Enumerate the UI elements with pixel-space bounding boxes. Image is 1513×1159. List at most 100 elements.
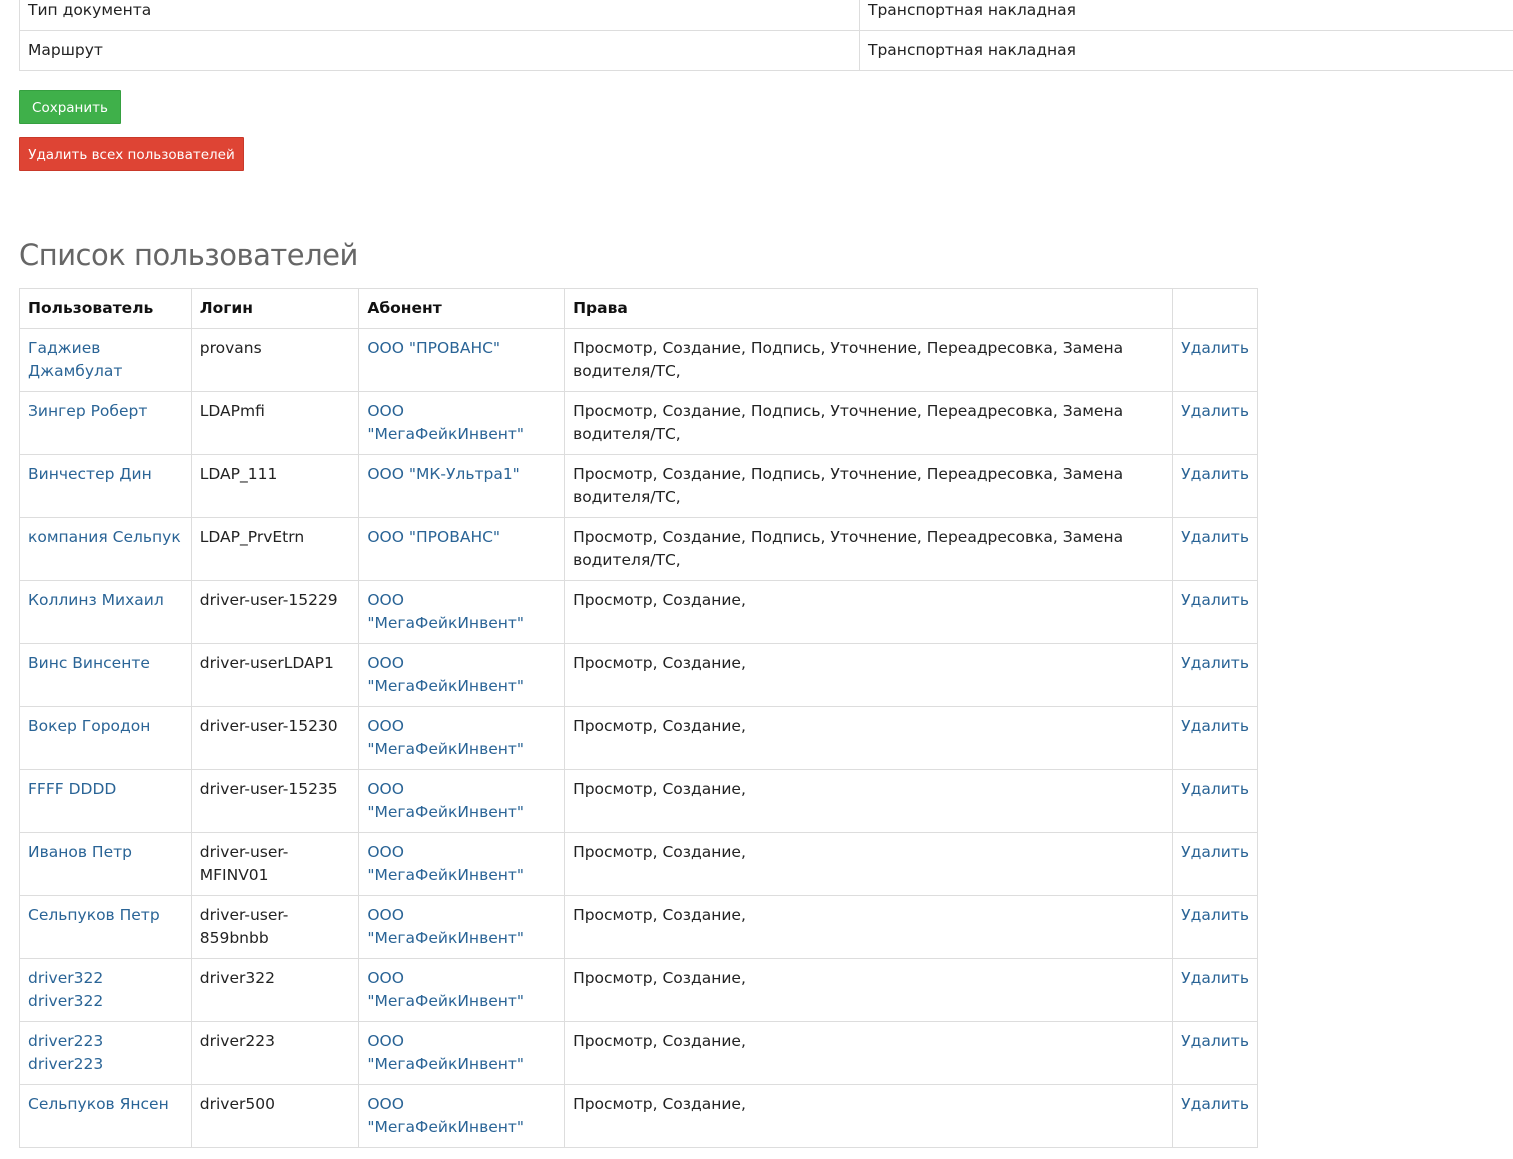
user-name-link[interactable]: Сельпуков Петр [28, 906, 160, 924]
login-cell: provans [199, 339, 262, 357]
user-name-link[interactable]: Винс Винсенте [28, 654, 150, 672]
user-cell: Коллинз Михаил [19, 580, 192, 644]
rights-cell: Просмотр, Создание, Подпись, Уточнение, … [573, 465, 1124, 506]
property-value: Транспортная накладная [859, 30, 1513, 71]
header-user: Пользователь [19, 288, 192, 329]
delete-user-link[interactable]: Удалить [1181, 591, 1249, 609]
subscriber-link[interactable]: ООО "МегаФейкИнвент" [367, 717, 524, 758]
table-row: Винчестер Дин LDAP_111 ООО "МК-Ультра1" Про… [19, 454, 1258, 518]
table-row: Сельпуков Янсен driver500 ООО "МегаФейкИнв… [19, 1084, 1258, 1148]
property-key: Маршрут [19, 30, 860, 71]
action-cell: Удалить [1172, 958, 1258, 1022]
subscriber-cell: ООО "МегаФейкИнвент" [358, 769, 566, 833]
user-cell: FFFF DDDD [19, 769, 192, 833]
subscriber-cell: ООО "МегаФейкИнвент" [358, 1021, 566, 1085]
user-name-link[interactable]: Гаджиев Джамбулат [28, 339, 122, 380]
rights-cell: Просмотр, Создание, Подпись, Уточнение, … [573, 528, 1124, 569]
action-cell: Удалить [1172, 391, 1258, 455]
subscriber-cell: ООО "МегаФейкИнвент" [358, 391, 566, 455]
header-rights: Права [564, 288, 1174, 329]
subscriber-cell: ООО "МегаФейкИнвент" [358, 832, 566, 896]
action-cell: Удалить [1172, 580, 1258, 644]
user-name-link[interactable]: Зингер Роберт [28, 402, 147, 420]
user-name-link[interactable]: driver223 driver223 [28, 1032, 103, 1073]
login-cell: driver223 [190, 1021, 360, 1085]
rights-cell: Просмотр, Создание, [564, 1021, 1174, 1085]
user-name-link[interactable]: Сельпуков Янсен [28, 1095, 169, 1113]
action-cell: Удалить [1172, 454, 1258, 518]
subscriber-link[interactable]: ООО "МегаФейкИнвент" [367, 654, 524, 695]
delete-user-link[interactable]: Удалить [1181, 969, 1249, 987]
user-cell: Сельпуков Янсен [19, 1084, 192, 1148]
login-cell: driver-user-15230 [199, 717, 338, 735]
login-cell: LDAP_PrvEtrn [199, 528, 305, 546]
delete-all-users-button[interactable]: Удалить всех пользователей [19, 137, 244, 171]
user-name-link[interactable]: Винчестер Дин [28, 465, 152, 483]
delete-user-link[interactable]: Удалить [1181, 1095, 1249, 1113]
subscriber-link[interactable]: ООО "МегаФейкИнвент" [367, 906, 524, 947]
delete-user-link[interactable]: Удалить [1181, 465, 1249, 483]
user-name-link[interactable]: FFFF DDDD [28, 780, 116, 798]
rights-cell: Просмотр, Создание, [564, 1084, 1174, 1148]
rights-cell: Просмотр, Создание, [573, 969, 746, 987]
table-row: Гаджиев Джамбулат provans ООО "ПРОВАНС" Про… [19, 328, 1258, 392]
user-cell: Зингер Роберт [19, 391, 192, 455]
user-name-link[interactable]: компания Сельпук [28, 528, 181, 546]
delete-user-link[interactable]: Удалить [1181, 528, 1249, 546]
delete-user-link[interactable]: Удалить [1181, 843, 1249, 861]
rights-cell: Просмотр, Создание, [573, 906, 746, 924]
subscriber-cell: ООО "ПРОВАНС" [358, 328, 566, 392]
subscriber-link[interactable]: ООО "МегаФейкИнвент" [367, 843, 524, 884]
action-cell: Удалить [1172, 1021, 1258, 1085]
subscriber-cell: ООО "МК-Ультра1" [358, 454, 566, 518]
table-row: Сельпуков Петр driver-user-859bnbb ООО "Ме… [19, 895, 1258, 959]
table-row: Винс Винсенте driver-userLDAP1 ООО "МегаФе… [19, 643, 1258, 707]
rights-cell: Просмотр, Создание, [573, 1095, 746, 1113]
login-cell: driver-user-15229 [199, 591, 338, 609]
delete-user-link[interactable]: Удалить [1181, 780, 1249, 798]
subscriber-link[interactable]: ООО "ПРОВАНС" [367, 339, 500, 357]
rights-cell: Просмотр, Создание, [564, 706, 1174, 770]
delete-user-link[interactable]: Удалить [1181, 717, 1249, 735]
delete-user-link[interactable]: Удалить [1181, 339, 1249, 357]
subscriber-cell: ООО "ПРОВАНС" [358, 517, 566, 581]
save-button[interactable]: Сохранить [19, 90, 121, 124]
login-cell: driver-user-MFINV01 [190, 832, 360, 896]
subscriber-link[interactable]: ООО "МегаФейкИнвент" [367, 402, 524, 443]
user-name-link[interactable]: Вокер Городон [28, 717, 150, 735]
user-cell: Винс Винсенте [19, 643, 192, 707]
rights-cell: Просмотр, Создание, Подпись, Уточнение, … [573, 339, 1124, 380]
subscriber-link[interactable]: ООО "МегаФейкИнвент" [367, 1032, 524, 1073]
subscriber-link[interactable]: ООО "МК-Ультра1" [367, 465, 519, 483]
subscriber-cell: ООО "МегаФейкИнвент" [358, 895, 566, 959]
document-properties-table: Тип документа Транспортная накладная Мар… [19, 0, 1513, 71]
subscriber-link[interactable]: ООО "МегаФейкИнвент" [367, 1095, 524, 1136]
delete-user-link[interactable]: Удалить [1181, 906, 1249, 924]
action-cell: Удалить [1172, 1084, 1258, 1148]
table-row: driver322 driver322 driver322 ООО "МегаФей… [19, 958, 1258, 1022]
rights-cell: Просмотр, Создание, [564, 769, 1174, 833]
user-cell: Гаджиев Джамбулат [19, 328, 192, 392]
delete-user-link[interactable]: Удалить [1181, 1032, 1249, 1050]
subscriber-link[interactable]: ООО "МегаФейкИнвент" [367, 591, 524, 632]
table-header-row: Пользователь Логин Абонент Права [19, 288, 1258, 329]
user-cell: driver223 driver223 [19, 1021, 192, 1085]
action-cell: Удалить [1172, 706, 1258, 770]
subscriber-link[interactable]: ООО "МегаФейкИнвент" [367, 969, 524, 1010]
subscriber-link[interactable]: ООО "ПРОВАНС" [367, 528, 500, 546]
login-cell: driver-userLDAP1 [199, 654, 334, 672]
user-name-link[interactable]: Коллинз Михаил [28, 591, 164, 609]
header-login: Логин [190, 288, 360, 329]
table-row: Коллинз Михаил driver-user-15229 ООО "Мега… [19, 580, 1258, 644]
user-name-link[interactable]: driver322 driver322 [28, 969, 103, 1010]
table-row: Иванов Петр driver-user-MFINV01 ООО "МегаФ… [19, 832, 1258, 896]
delete-user-link[interactable]: Удалить [1181, 654, 1249, 672]
action-cell: Удалить [1172, 517, 1258, 581]
subscriber-link[interactable]: ООО "МегаФейкИнвент" [367, 780, 524, 821]
user-name-link[interactable]: Иванов Петр [28, 843, 132, 861]
delete-user-link[interactable]: Удалить [1181, 402, 1249, 420]
user-cell: компания Сельпук [19, 517, 192, 581]
property-value: Транспортная накладная [859, 0, 1513, 31]
login-cell: driver-user-15235 [190, 769, 360, 833]
table-row: Вокер Городон driver-user-15230 ООО "МегаФ… [19, 706, 1258, 770]
